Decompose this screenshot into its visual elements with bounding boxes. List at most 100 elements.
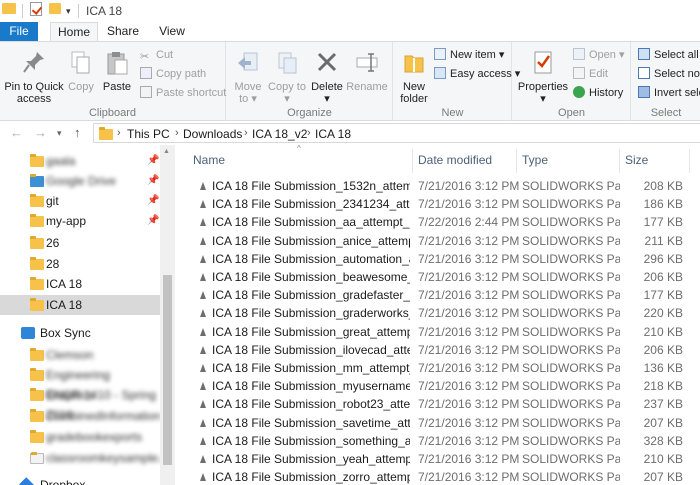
chevron-right-icon[interactable]: ›	[307, 127, 311, 139]
properties-button[interactable]: Properties ▾	[517, 50, 569, 105]
nav-item-box-folder[interactable]: Engineering Graphics	[0, 365, 160, 402]
file-row[interactable]: ICA 18 File Submission_anice_attempt_2..…	[175, 232, 700, 250]
scrollbar-thumb[interactable]	[163, 275, 172, 465]
file-row[interactable]: ICA 18 File Submission_automation_atte..…	[175, 250, 700, 268]
file-size: 210 KB	[643, 452, 683, 466]
folder-icon	[30, 388, 44, 401]
nav-item-box-folder[interactable]: CombinedInformation	[0, 406, 161, 426]
nav-item-box-folder[interactable]: classroomkeysample.xlsx	[0, 448, 182, 468]
column-divider[interactable]	[412, 149, 413, 173]
file-row[interactable]: ICA 18 File Submission_ilovecad_attemp..…	[175, 341, 700, 359]
nav-item-quick-access[interactable]: 26	[0, 233, 160, 253]
solidworks-part-icon	[200, 473, 206, 482]
file-row[interactable]: ICA 18 File Submission_great_attempt_2..…	[175, 323, 700, 341]
file-name: ICA 18 File Submission_graderworks_atte.…	[212, 306, 410, 321]
copy-path-button[interactable]: Copy path	[140, 66, 206, 82]
file-row[interactable]: ICA 18 File Submission_mm_attempt_20... 7…	[175, 359, 700, 377]
nav-item-box-folder[interactable]: gradebookexports	[0, 427, 160, 447]
nav-item-box-folder[interactable]: Clemson	[0, 345, 160, 365]
move-to-button[interactable]: Move to ▾	[229, 50, 267, 105]
chevron-right-icon[interactable]: ›	[117, 127, 121, 139]
paste-button[interactable]: Paste	[100, 50, 134, 93]
file-row[interactable]: ICA 18 File Submission_gradefaster_atte.…	[175, 286, 700, 304]
nav-item-quick-access[interactable]: my-app 📌	[0, 211, 160, 231]
file-type: SOLIDWORKS Part...	[522, 197, 620, 212]
breadcrumb-item[interactable]: ICA 18_v2	[252, 127, 307, 141]
column-header-name[interactable]: Name	[193, 153, 225, 167]
pin-icon[interactable]: 📌	[147, 191, 159, 211]
nav-item-quick-access[interactable]: Google Drive 📌	[0, 171, 160, 191]
file-row[interactable]: ICA 18 File Submission_graderworks_atte.…	[175, 304, 700, 322]
nav-scrollbar[interactable]: ▲	[160, 145, 175, 485]
pin-icon[interactable]: 📌	[147, 151, 159, 171]
file-row[interactable]: ICA 18 File Submission_myusernameexa... 7…	[175, 377, 700, 395]
new-item-button[interactable]: New item ▾	[434, 47, 504, 63]
delete-button[interactable]: Delete ▾	[310, 50, 344, 105]
select-all-button[interactable]: Select all	[638, 47, 699, 63]
column-divider[interactable]	[689, 149, 690, 173]
file-size: 328 KB	[643, 433, 683, 448]
pin-icon[interactable]: 📌	[147, 171, 159, 191]
forward-arrow-icon[interactable]: →	[34, 125, 47, 140]
open-button[interactable]: Open ▾	[573, 47, 625, 63]
nav-item-quick-access[interactable]: ICA 18	[0, 274, 160, 294]
file-row[interactable]: ICA 18 File Submission_something_atte...…	[175, 432, 700, 450]
pin-to-quick-access-button[interactable]: Pin to Quick access	[2, 50, 66, 105]
new-folder-icon[interactable]	[49, 3, 61, 14]
pin-icon[interactable]: 📌	[147, 211, 159, 231]
tab-home[interactable]: Home	[50, 22, 98, 42]
back-arrow-icon[interactable]: ←	[10, 125, 23, 140]
file-row[interactable]: ICA 18 File Submission_aa_attempt_2016..…	[175, 213, 700, 231]
new-folder-button[interactable]: New folder	[396, 50, 432, 105]
file-row[interactable]: ICA 18 File Submission_2341234_attempt..…	[175, 195, 700, 213]
nav-item-quick-access[interactable]: gaala 📌	[0, 151, 160, 171]
edit-button[interactable]: Edit	[573, 66, 608, 82]
cut-button[interactable]: ✂ Cut	[140, 47, 173, 63]
file-row[interactable]: ICA 18 File Submission_1532n_attempt_2..…	[175, 177, 700, 195]
folder-icon	[30, 236, 44, 249]
file-row[interactable]: ICA 18 File Submission_yeah_attempt_20..…	[175, 450, 700, 468]
nav-item-box-sync[interactable]: Box Sync	[0, 323, 160, 343]
select-none-button[interactable]: Select none	[638, 66, 700, 82]
breadcrumb[interactable]: › This PC › Downloads › ICA 18_v2 › ICA …	[93, 123, 700, 143]
nav-item-box-folder[interactable]: ENGR 1410 - Spring 2016	[0, 385, 160, 422]
customize-toolbar-chevron-down-icon[interactable]: ▾	[66, 6, 71, 17]
column-header-type[interactable]: Type	[522, 153, 548, 167]
column-header-size[interactable]: Size	[625, 153, 648, 167]
properties-check-icon[interactable]	[30, 2, 42, 16]
scroll-up-icon[interactable]: ▲	[163, 148, 170, 155]
column-divider[interactable]	[516, 149, 517, 173]
tab-view[interactable]: View	[154, 22, 190, 41]
easy-access-button[interactable]: Easy access ▾	[434, 66, 520, 82]
nav-item-quick-access[interactable]: ICA 18	[0, 295, 160, 315]
rename-button[interactable]: Rename	[345, 50, 389, 93]
column-divider[interactable]	[619, 149, 620, 173]
breadcrumb-item[interactable]: Downloads	[183, 127, 242, 141]
breadcrumb-item[interactable]: ICA 18	[315, 127, 351, 141]
invert-selection-button[interactable]: Invert selection	[638, 85, 700, 101]
copy-to-button[interactable]: Copy to ▾	[268, 50, 306, 105]
file-row[interactable]: ICA 18 File Submission_beawesome_attem..…	[175, 268, 700, 286]
nav-item-quick-access[interactable]: git 📌	[0, 191, 160, 211]
tab-file[interactable]: File	[0, 22, 38, 41]
paste-shortcut-button[interactable]: Paste shortcut	[140, 85, 226, 101]
file-row[interactable]: ICA 18 File Submission_robot23_attempt..…	[175, 395, 700, 413]
recent-locations-chevron-down-icon[interactable]: ▾	[57, 128, 62, 139]
nav-item-quick-access[interactable]: 28	[0, 254, 160, 274]
chevron-right-icon[interactable]: ›	[175, 127, 179, 139]
file-row[interactable]: ICA 18 File Submission_savetime_attemp..…	[175, 414, 700, 432]
file-row[interactable]: ICA 18 File Submission_zorro_attempt_2..…	[175, 468, 700, 485]
history-button[interactable]: History	[573, 85, 623, 101]
nav-item-label: Clemson	[46, 348, 94, 362]
breadcrumb-item[interactable]: This PC	[127, 127, 170, 141]
nav-item-dropbox[interactable]: Dropbox	[0, 475, 160, 485]
chevron-right-icon[interactable]: ›	[244, 127, 248, 139]
tab-share[interactable]: Share	[104, 22, 142, 41]
drive-icon	[30, 174, 44, 187]
pin-icon	[23, 52, 44, 73]
copy-button[interactable]: Copy	[65, 50, 97, 93]
up-arrow-icon[interactable]: ↑	[74, 125, 81, 140]
column-header-date[interactable]: Date modified	[418, 153, 492, 167]
file-type: SOLIDWORKS Part...	[522, 433, 620, 448]
file-type: SOLIDWORKS Part...	[522, 306, 620, 321]
